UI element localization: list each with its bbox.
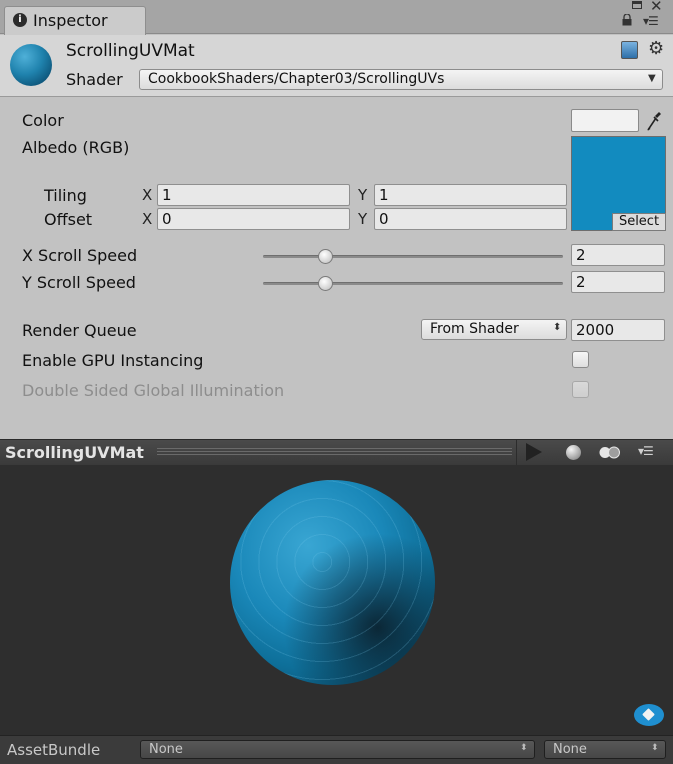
tiling-y-axis-label: Y [358,186,368,204]
eyedropper-icon[interactable] [645,108,663,132]
asset-variant-dropdown[interactable]: None [544,740,666,759]
x-scroll-speed-field[interactable]: 2 [571,244,665,266]
x-scroll-speed-slider-track[interactable] [263,255,563,258]
offset-x-axis-label: X [142,210,153,228]
preview-shape-icon[interactable] [566,445,581,460]
context-menu-icon[interactable]: ▾☰ [643,14,659,28]
asset-bundle-dropdown[interactable]: None [140,740,535,759]
material-name: ScrollingUVMat [66,41,195,61]
help-book-icon[interactable] [621,41,638,59]
info-icon: i [13,13,27,27]
tab-bar: i Inspector ✕ ▾☰ [0,0,673,35]
y-scroll-speed-slider-thumb[interactable] [318,276,333,291]
preview-lighting-icon[interactable] [598,446,622,459]
material-preview-icon [10,44,52,86]
shader-dropdown[interactable]: CookbookShaders/Chapter03/ScrollingUVs [139,69,663,90]
material-header: ScrollingUVMat Shader CookbookShaders/Ch… [0,35,673,97]
render-queue-label: Render Queue [22,321,137,340]
preview-menu-icon[interactable]: ▾☰ [638,444,654,458]
y-scroll-speed-slider-track[interactable] [263,282,563,285]
updown-arrow-icon: ⬍ [651,743,659,753]
x-scroll-speed-slider-thumb[interactable] [318,249,333,264]
dropdown-arrow-icon: ▼ [648,73,656,84]
gpu-instancing-checkbox[interactable] [572,351,589,368]
preview-sphere-texture [230,480,435,685]
asset-bundle-bar: AssetBundle None ⬍ None ⬍ [0,735,673,764]
asset-bundle-label: AssetBundle [7,741,101,759]
tiling-x-axis-label: X [142,186,153,204]
play-icon [526,443,542,461]
y-scroll-speed-field[interactable]: 2 [571,271,665,293]
updown-arrow-icon: ⬍ [553,322,562,333]
albedo-label: Albedo (RGB) [22,138,130,157]
maximize-icon[interactable] [632,1,642,9]
shader-label: Shader [66,70,123,89]
preview-title: ScrollingUVMat [5,443,144,462]
tiling-y-field[interactable]: 1 [374,184,567,206]
texture-select-button[interactable]: Select [612,213,666,231]
gear-icon[interactable]: ⚙ [648,38,664,59]
label-tag-icon[interactable] [634,704,664,726]
tiling-label: Tiling [44,186,87,205]
offset-y-axis-label: Y [358,210,368,228]
offset-y-field[interactable]: 0 [374,208,567,230]
material-preview[interactable] [0,465,673,735]
close-icon[interactable]: ✕ [650,0,663,15]
y-scroll-speed-label: Y Scroll Speed [22,273,136,292]
preview-drag-handle[interactable] [157,448,512,457]
lock-icon[interactable] [622,14,632,26]
color-label: Color [22,111,64,130]
tab-label: Inspector [33,11,108,30]
x-scroll-speed-label: X Scroll Speed [22,246,138,265]
tab-inspector[interactable]: i Inspector [4,6,146,35]
updown-arrow-icon: ⬍ [520,743,528,753]
gpu-instancing-label: Enable GPU Instancing [22,351,204,370]
double-sided-gi-label: Double Sided Global Illumination [22,381,285,400]
tiling-x-field[interactable]: 1 [157,184,350,206]
offset-x-field[interactable]: 0 [157,208,350,230]
color-swatch[interactable] [571,109,639,132]
double-sided-gi-checkbox [572,381,589,398]
preview-toolbar: ScrollingUVMat ▾☰ [0,439,673,465]
render-queue-dropdown[interactable]: From Shader [421,319,567,340]
offset-label: Offset [44,210,93,229]
render-queue-field[interactable]: 2000 [571,319,665,341]
